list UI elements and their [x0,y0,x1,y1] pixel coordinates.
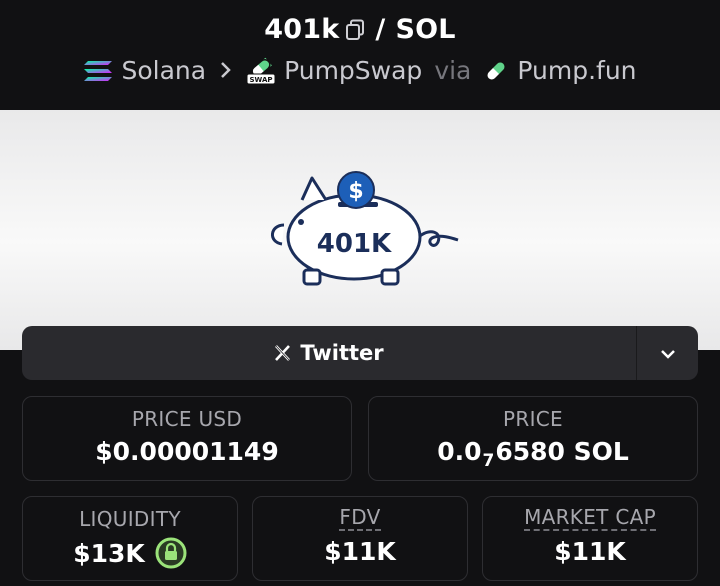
token-symbol: 401k [264,14,340,45]
price-value-prefix: 0.0 [437,437,482,466]
token-banner: $ 401K [0,110,720,350]
svg-text:$: $ [348,179,363,204]
liquidity-value: $13K [73,538,145,568]
liquidity-value-row: $13K [73,537,187,569]
twitter-label: Twitter [300,341,384,365]
market-cap-label[interactable]: MARKET CAP [524,507,656,531]
pumpswap-icon: SWAP [246,57,276,85]
fdv-value: $11K [324,537,396,566]
liquidity-card: LIQUIDITY $13K [22,496,238,581]
chevron-right-icon [220,56,232,85]
solana-icon [83,59,113,83]
market-cap-value: $11K [554,537,626,566]
pair-title: 401k / SOL [0,14,720,45]
price-value-suffix: 6580 SOL [495,437,629,466]
price-usd-value: $0.00001149 [95,437,279,466]
pair-separator: / [375,14,386,45]
price-label: PRICE [503,407,563,431]
price-value: 0.0 7 6580 SOL [437,437,629,471]
chevron-down-icon [660,344,676,363]
lock-icon[interactable] [155,537,187,569]
liquidity-label: LIQUIDITY [79,507,181,531]
price-usd-label: PRICE USD [131,407,243,431]
piggy-bank-logo: $ 401K [271,171,459,286]
via-text: via [434,56,472,85]
dex-link[interactable]: PumpSwap [284,56,422,85]
svg-text:SWAP: SWAP [250,76,273,84]
more-links-button[interactable] [636,326,698,380]
breadcrumb: Solana SWAP PumpSwap via Pump.fun [0,56,720,85]
logo-text: 401K [317,229,392,259]
launchpad-link[interactable]: Pump.fun [517,56,636,85]
fdv-card: FDV $11K [252,496,468,581]
price-card: PRICE 0.0 7 6580 SOL [368,396,698,481]
fdv-label[interactable]: FDV [339,507,381,531]
chain-link[interactable]: Solana [121,56,206,85]
quote-symbol: SOL [395,14,456,45]
twitter-button[interactable]: Twitter [22,326,636,380]
pumpfun-icon [483,58,509,84]
price-zero-count: 7 [482,450,495,471]
market-cap-card: MARKET CAP $11K [482,496,698,581]
pair-header: 401k / SOL Solana SWAP PumpSwap via Pump… [0,0,720,110]
x-logo-icon [274,344,292,362]
price-usd-card: PRICE USD $0.00001149 [22,396,352,481]
social-links-bar: Twitter [22,326,698,380]
copy-icon[interactable] [345,19,365,41]
